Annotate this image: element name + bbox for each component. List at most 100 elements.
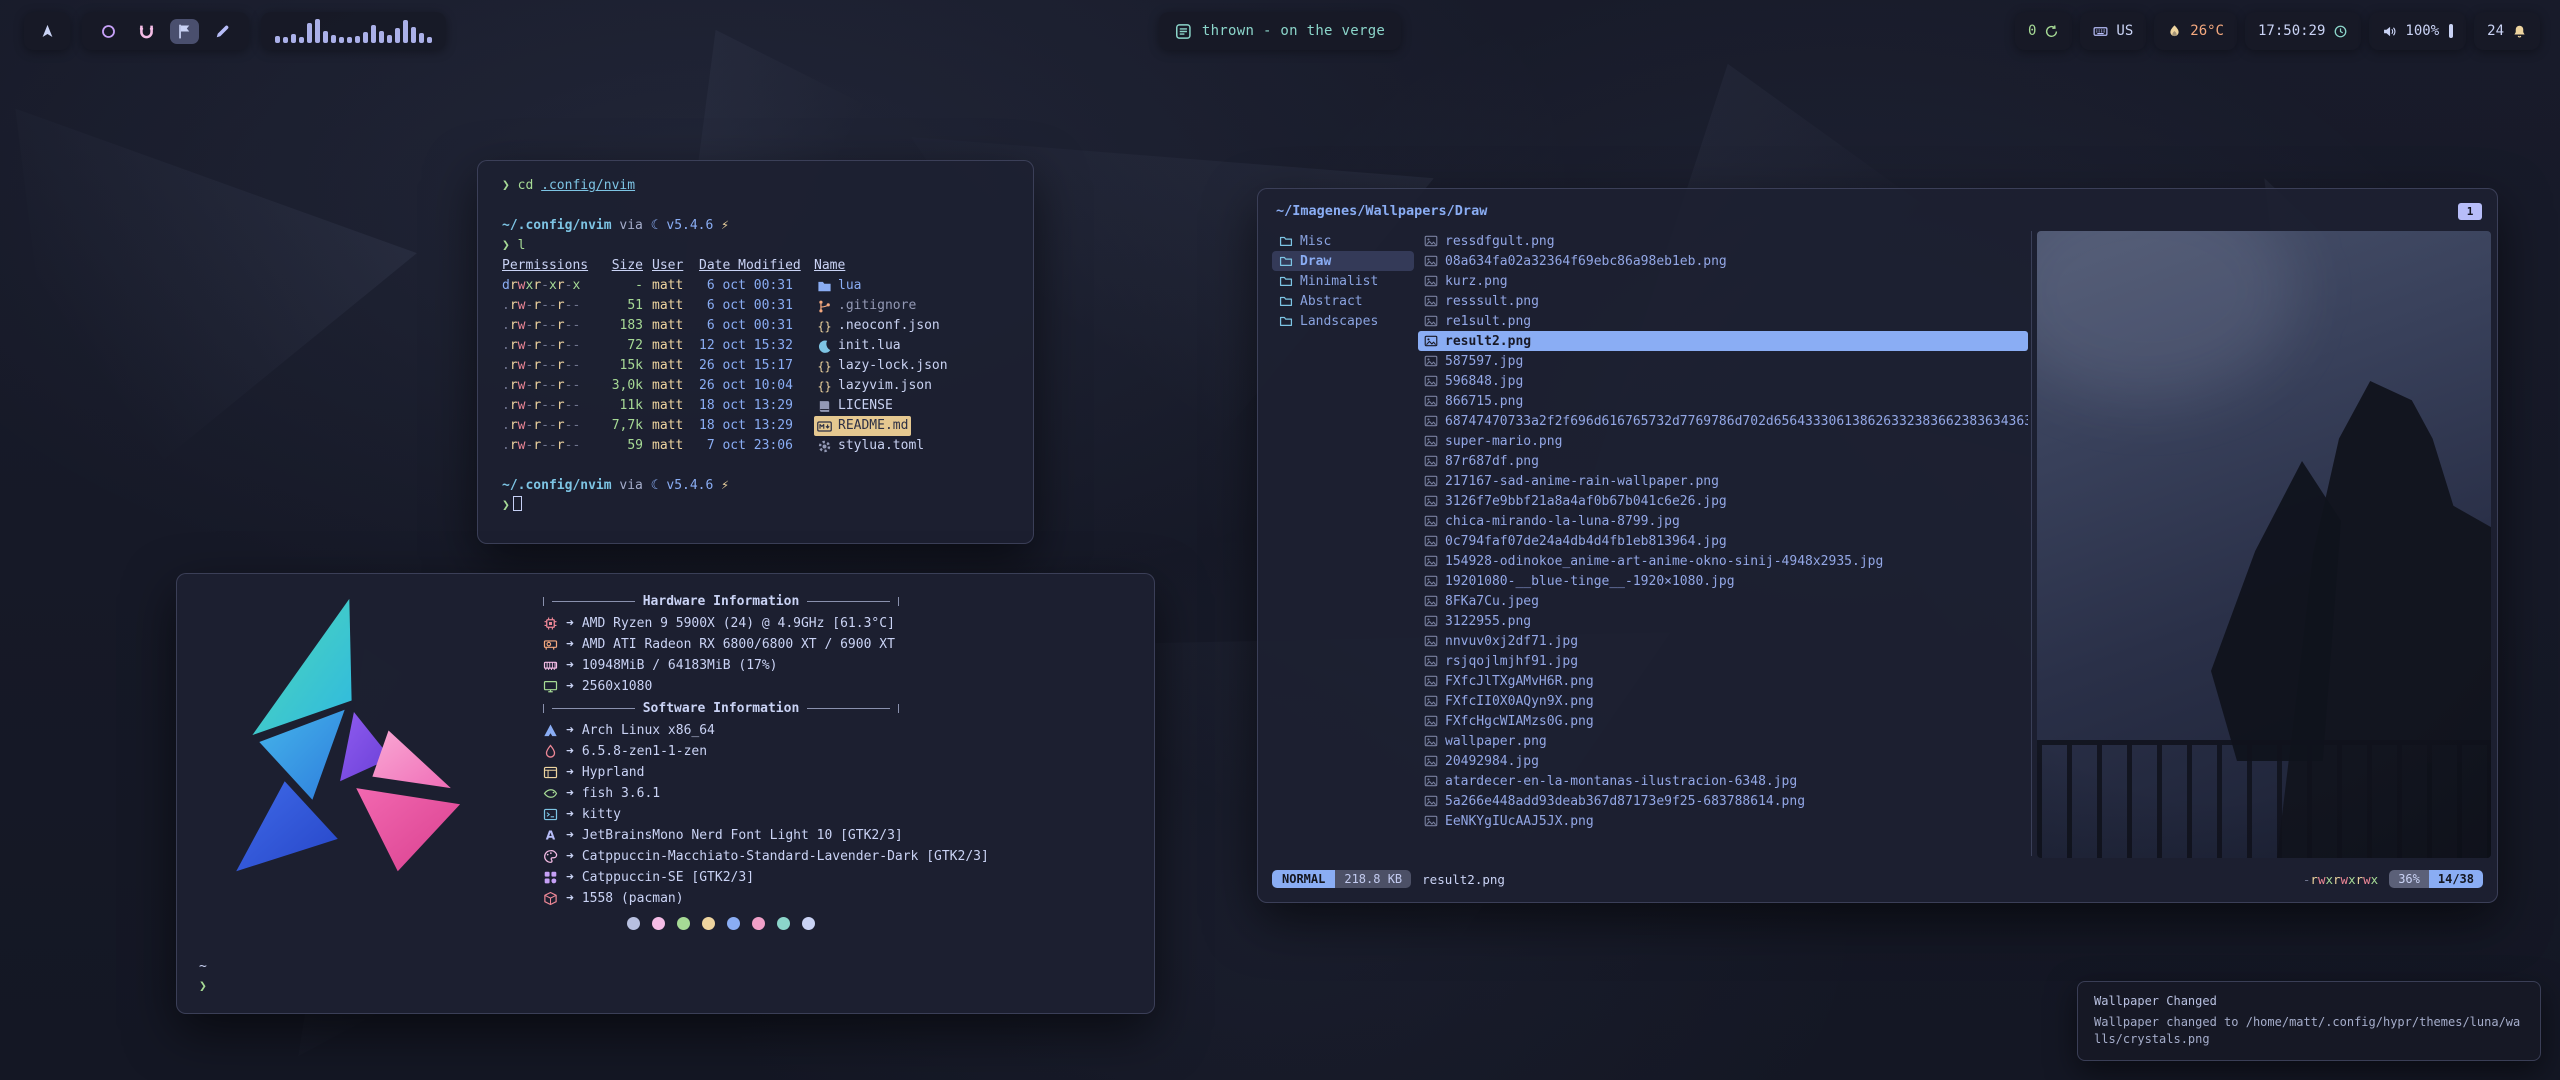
temperature-module[interactable]: 26°C: [2154, 12, 2237, 50]
folder-name: Abstract: [1300, 294, 1363, 309]
file-row[interactable]: rsjqojlmjhf91.jpg: [1418, 651, 2028, 671]
file-row[interactable]: chica-mirando-la-luna-8799.jpg: [1418, 511, 2028, 531]
palette-dot: [727, 917, 740, 930]
workspace-button[interactable]: [170, 19, 199, 44]
file-row[interactable]: 3122955.png: [1418, 611, 2028, 631]
file-row[interactable]: FXfcJlTXgAMvH6R.png: [1418, 671, 2028, 691]
file-name: chica-mirando-la-luna-8799.jpg: [1445, 514, 1680, 529]
date-modified: 6 oct 00:31: [699, 296, 805, 316]
folder-name: Draw: [1300, 254, 1331, 269]
folder-name: Misc: [1300, 234, 1331, 249]
file-row[interactable]: 68747470733a2f2f696d616765732d7769786d70…: [1418, 411, 2028, 431]
info-value: fish 3.6.1: [582, 783, 660, 804]
notifications-module[interactable]: 24: [2474, 12, 2540, 50]
file-row[interactable]: 19201080-__blue-tinge__-1920×1080.jpg: [1418, 571, 2028, 591]
file-row[interactable]: super-mario.png: [1418, 431, 2028, 451]
file-row[interactable]: FXfcII0X0AQyn9X.png: [1418, 691, 2028, 711]
folder-row[interactable]: Draw: [1272, 251, 1414, 271]
file-listing-row: .rw-r--r-- 11k matt 18 oct 13:29 LICENSE: [502, 396, 1009, 416]
file-name: ressdfgult.png: [1445, 234, 1555, 249]
file-row[interactable]: wallpaper.png: [1418, 731, 2028, 751]
arrow-glyph: ➜: [566, 676, 574, 697]
permissions: .rw-r--r--: [502, 416, 590, 436]
file-row[interactable]: 154928-odinokoe_anime-art-anime-okno-sin…: [1418, 551, 2028, 571]
notification-title: Wallpaper Changed: [2094, 994, 2524, 1008]
file-row[interactable]: 217167-sad-anime-rain-wallpaper.png: [1418, 471, 2028, 491]
notification-popup[interactable]: Wallpaper Changed Wallpaper changed to /…: [2077, 981, 2541, 1061]
file-row[interactable]: EeNKYgIUcAAJ5JX.png: [1418, 811, 2028, 831]
keyboard-module[interactable]: US: [2080, 12, 2146, 50]
info-value: JetBrainsMono Nerd Font Light 10 [GTK2/3…: [582, 825, 903, 846]
file-name: 866715.png: [1445, 394, 1523, 409]
file-name: 587597.jpg: [1445, 354, 1523, 369]
image-icon: [1424, 794, 1438, 808]
arrow-glyph: ➜: [566, 846, 574, 867]
arrow-glyph: ➜: [566, 825, 574, 846]
keyboard-icon: [2093, 24, 2108, 39]
file-row[interactable]: 08a634fa02a32364f69ebc86a98eb1eb.png: [1418, 251, 2028, 271]
theme-icon: [543, 849, 558, 864]
file-name: 87r687df.png: [1445, 454, 1539, 469]
image-icon: [1424, 594, 1438, 608]
fetch-window: Hardware Information ➜ AMD Ryzen 9 5900X…: [176, 573, 1155, 1014]
file-row[interactable]: 87r687df.png: [1418, 451, 2028, 471]
file-row[interactable]: 866715.png: [1418, 391, 2028, 411]
command-argument: .config/nvim: [541, 178, 635, 193]
file-row[interactable]: 3126f7e9bbf21a8a4af0b67b041c6e26.jpg: [1418, 491, 2028, 511]
date-modified: 18 oct 13:29: [699, 416, 805, 436]
shell-icon: [543, 786, 558, 801]
workspace-button[interactable]: [208, 19, 237, 44]
workspace-button[interactable]: [132, 19, 161, 44]
volume-module[interactable]: 100%: [2369, 12, 2466, 50]
book-icon: [817, 399, 832, 414]
tab-badge[interactable]: 1: [2458, 203, 2482, 220]
file-row[interactable]: ressdfgult.png: [1418, 231, 2028, 251]
file-row[interactable]: re1sult.png: [1418, 311, 2028, 331]
file-name: 68747470733a2f2f696d616765732d7769786d70…: [1445, 414, 2028, 429]
file-size: 72: [599, 336, 643, 356]
file-name: lazy-lock.json: [838, 356, 948, 376]
software-info-row: ➜ Catppuccin-Macchiato-Standard-Lavender…: [543, 846, 1138, 867]
arrow-glyph: ➜: [566, 888, 574, 909]
lua-icon: ☾: [651, 218, 659, 233]
file-row[interactable]: FXfcHgcWIAMzs0G.png: [1418, 711, 2028, 731]
status-filename: result2.png: [1422, 872, 1505, 887]
visualizer-bar: [427, 37, 432, 43]
launcher-button[interactable]: [24, 12, 70, 50]
file-name: stylua.toml: [838, 436, 924, 456]
file-row[interactable]: 20492984.jpg: [1418, 751, 2028, 771]
file-name: re1sult.png: [1445, 314, 1531, 329]
info-value: 6.5.8-zen1-1-zen: [582, 741, 707, 762]
shell-prompt[interactable]: ~ ❯: [199, 957, 207, 997]
pane-separator: [2031, 231, 2032, 856]
file-row[interactable]: nnvuv0xj2df71.jpg: [1418, 631, 2028, 651]
clock-module[interactable]: 17:50:29: [2245, 12, 2361, 50]
moon-icon: [817, 339, 832, 354]
command-text: l: [518, 238, 526, 253]
folder-row[interactable]: Misc: [1272, 231, 1414, 251]
folder-row[interactable]: Landscapes: [1272, 311, 1414, 331]
file-row[interactable]: atardecer-en-la-montanas-ilustracion-634…: [1418, 771, 2028, 791]
music-widget[interactable]: thrown - on the verge: [1159, 12, 1401, 50]
file-row[interactable]: 587597.jpg: [1418, 351, 2028, 371]
active-prompt[interactable]: ❯: [502, 496, 1009, 516]
file-row[interactable]: 5a266e448add93deab367d87173e9f25-6837886…: [1418, 791, 2028, 811]
prompt-path: ~: [199, 957, 207, 977]
text-cursor[interactable]: [513, 496, 522, 511]
folder-row[interactable]: Abstract: [1272, 291, 1414, 311]
visualizer-bar: [395, 28, 400, 43]
breadcrumb-path: ~/Imagenes/Wallpapers/Draw: [1276, 203, 1487, 219]
file-row[interactable]: 0c794faf07de24a4db4d4fb1eb813964.jpg: [1418, 531, 2028, 551]
file-row[interactable]: 8FKa7Cu.jpeg: [1418, 591, 2028, 611]
file-row[interactable]: resssult.png: [1418, 291, 2028, 311]
file-row[interactable]: result2.png: [1418, 331, 2028, 351]
workspace-button[interactable]: [94, 19, 123, 44]
file-row[interactable]: 596848.jpg: [1418, 371, 2028, 391]
git-icon: [817, 299, 832, 314]
file-name: 596848.jpg: [1445, 374, 1523, 389]
file-row[interactable]: kurz.png: [1418, 271, 2028, 291]
info-value: Catppuccin-Macchiato-Standard-Lavender-D…: [582, 846, 989, 867]
file-size-badge: 218.8 KB: [1335, 870, 1411, 888]
folder-row[interactable]: Minimalist: [1272, 271, 1414, 291]
updates-module[interactable]: 0: [2015, 12, 2072, 50]
